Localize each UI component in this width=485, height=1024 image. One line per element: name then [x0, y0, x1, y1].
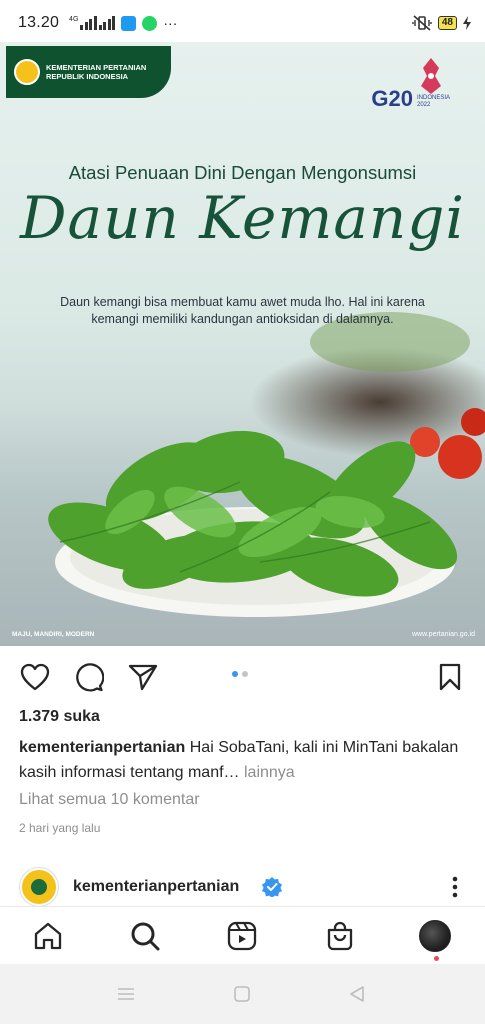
ministry-label: KEMENTERIAN PERTANIAN REPUBLIK INDONESIA — [46, 63, 147, 81]
bookmark-icon — [439, 663, 461, 691]
nav-profile[interactable] — [418, 919, 452, 953]
next-post-header: kementerianpertanian — [0, 866, 485, 908]
back-triangle-icon — [350, 986, 364, 1002]
share-icon — [128, 664, 158, 691]
like-button[interactable] — [18, 660, 52, 694]
next-post-avatar[interactable] — [20, 868, 58, 906]
next-post-username[interactable]: kementerianpertanian — [73, 878, 239, 896]
carousel-dot — [242, 671, 248, 677]
post-timestamp: 2 hari yang lalu — [19, 821, 101, 835]
shop-icon — [327, 921, 353, 951]
home-icon — [34, 922, 62, 950]
post-actions — [0, 656, 485, 698]
whatsapp-icon — [142, 15, 158, 31]
recent-apps-button[interactable] — [116, 984, 136, 1004]
mute-icon — [412, 15, 432, 31]
network-type: 4G — [69, 16, 79, 23]
post-caption: kementerianpertanian Hai SobaTani, kali … — [19, 735, 469, 785]
reels-icon — [227, 921, 257, 951]
nav-shop[interactable] — [323, 919, 357, 953]
view-comments-link[interactable]: Lihat semua 10 komentar — [19, 791, 200, 809]
post-options-icon[interactable] — [446, 876, 464, 898]
carousel-dot-active — [232, 671, 238, 677]
comment-button[interactable] — [72, 660, 106, 694]
post-headline: Atasi Penuaan Dini Dengan Mengonsumsi — [68, 162, 417, 183]
comment-icon — [76, 663, 104, 692]
charging-icon — [463, 16, 471, 30]
verified-badge-icon — [262, 877, 282, 897]
bookmark-button[interactable] — [433, 660, 467, 694]
signal-icon: 4G — [69, 16, 116, 30]
heart-icon — [20, 663, 50, 691]
g20-text: G20 — [371, 86, 413, 111]
square-icon — [234, 986, 250, 1002]
ministry-website: www.pertanian.go.id — [411, 631, 475, 638]
carousel-indicator — [232, 671, 248, 677]
like-count[interactable]: 1.379 suka — [19, 708, 100, 726]
bottom-nav — [0, 906, 485, 964]
g20-subtitle: INDONESIA 2022 — [417, 95, 450, 108]
status-bar: 13.20 4G ··· 48 — [0, 0, 485, 46]
back-button[interactable] — [347, 984, 367, 1004]
post-image[interactable]: KEMENTERIAN PERTANIAN REPUBLIK INDONESIA… — [0, 42, 485, 646]
ministry-tag: KEMENTERIAN PERTANIAN REPUBLIK INDONESIA — [6, 46, 171, 98]
caption-more-link[interactable]: lainnya — [244, 764, 295, 781]
basil-plate-illustration — [48, 312, 485, 617]
notification-dot — [434, 956, 439, 961]
ministry-slogan: MAJU, MANDIRI, MODERN — [12, 631, 95, 638]
battery-icon: 48 — [437, 16, 457, 30]
ministry-logo — [14, 59, 40, 85]
caption-username[interactable]: kementerianpertanian — [19, 739, 185, 756]
home-system-button[interactable] — [232, 984, 252, 1004]
nav-home[interactable] — [31, 919, 65, 953]
share-button[interactable] — [126, 660, 160, 694]
more-dots-icon: ··· — [163, 15, 178, 31]
search-icon — [131, 922, 160, 951]
nav-search[interactable] — [128, 919, 162, 953]
android-nav-bar — [0, 964, 485, 1024]
twitter-icon — [121, 15, 137, 31]
profile-avatar — [419, 920, 451, 952]
status-time: 13.20 — [18, 14, 60, 31]
nav-reels[interactable] — [225, 919, 259, 953]
post-script-title: Daun Kemangi — [20, 184, 465, 252]
post-description: Daun kemangi bisa membuat kamu awet muda… — [60, 295, 425, 326]
menu-icon — [118, 988, 134, 1000]
